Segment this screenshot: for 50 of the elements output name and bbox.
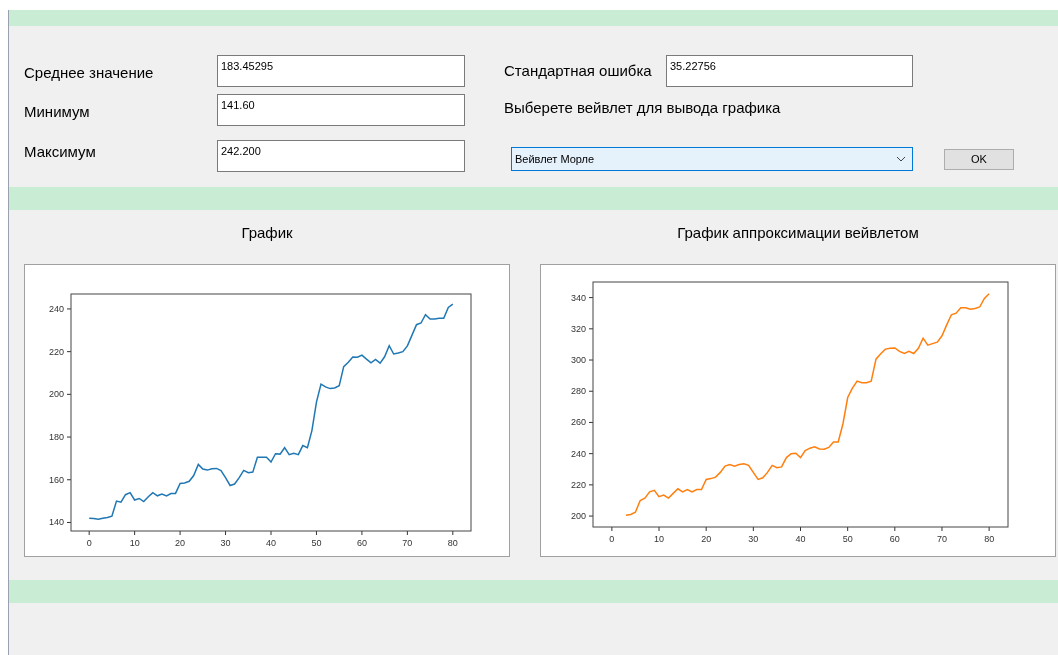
y-axis: 200 220 240 260 280 300 320 340: [570, 292, 594, 522]
y-tick-label: 220: [48, 346, 64, 357]
y-tick-label: 240: [48, 303, 64, 314]
x-tick-label: 20: [701, 534, 712, 544]
y-tick-label: 140: [48, 517, 64, 528]
y-tick-label: 200: [48, 389, 64, 400]
x-tick-label: 70: [402, 538, 413, 548]
input-field[interactable]: 242.200: [217, 140, 465, 172]
prompt-label: Выберете вейвлет для вывода графика: [504, 98, 782, 118]
x-tick-label: 80: [447, 538, 458, 548]
x-axis: 0 10 20 30 40 50 60 70 80: [86, 530, 458, 548]
x-tick-label: 0: [609, 534, 615, 544]
y-tick-label: 200: [570, 511, 586, 522]
x-tick-label: 40: [795, 534, 806, 544]
x-tick-label: 10: [129, 538, 140, 548]
wavelet-dropdown[interactable]: Вейвлет Морле: [511, 147, 913, 171]
y-tick-label: 160: [48, 474, 64, 485]
x-tick-label: 0: [86, 538, 92, 548]
ok-button[interactable]: OK: [944, 148, 1014, 170]
x-tick-label: 20: [175, 538, 186, 548]
y-tick-label: 280: [570, 386, 586, 397]
x-tick-label: 70: [936, 534, 947, 544]
x-tick-label: 60: [889, 534, 900, 544]
y-tick-label: 320: [570, 323, 586, 334]
x-tick-label: 60: [356, 538, 367, 548]
x-tick-label: 30: [220, 538, 231, 548]
field-label: Максимум: [24, 142, 97, 162]
y-tick-label: 340: [570, 292, 586, 303]
field-label: Среднее значение: [24, 63, 155, 83]
x-tick-label: 10: [654, 534, 665, 544]
x-tick-label: 40: [265, 538, 277, 548]
input-field[interactable]: 35.22756: [666, 55, 913, 87]
y-tick-label: 260: [570, 417, 586, 428]
x-tick-label: 50: [311, 538, 322, 548]
x-tick-label: 30: [748, 534, 759, 544]
y-tick-label: 220: [570, 479, 586, 490]
x-tick-label: 80: [984, 534, 995, 544]
field-label: Стандартная ошибка: [504, 61, 653, 81]
field-label: Минимум: [24, 102, 91, 122]
input-field[interactable]: 183.45295: [217, 55, 465, 87]
y-tick-label: 240: [570, 448, 586, 459]
chart-title: График: [241, 223, 293, 243]
y-tick-label: 180: [48, 432, 64, 443]
x-tick-label: 50: [842, 534, 853, 544]
x-axis: 0 10 20 30 40 50 60 70 80: [609, 526, 995, 544]
chevron-down-icon: [896, 156, 906, 162]
input-field[interactable]: 141.60: [217, 94, 465, 126]
y-axis: 140 160 180 200 220 240: [48, 303, 72, 528]
y-tick-label: 300: [570, 355, 586, 366]
chart-title: График аппроксимации вейвлетом: [677, 223, 919, 243]
